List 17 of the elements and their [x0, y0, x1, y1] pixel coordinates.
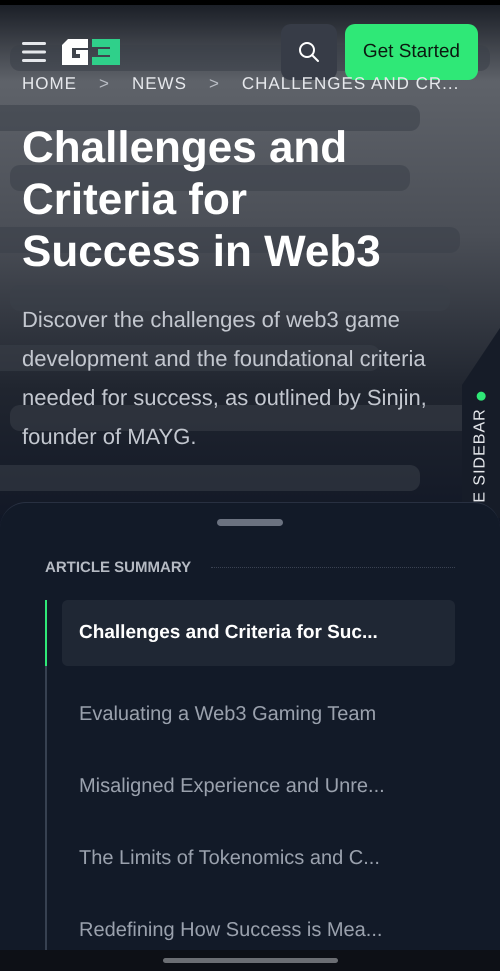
search-icon: [298, 41, 320, 63]
summary-item[interactable]: The Limits of Tokenomics and C...: [62, 828, 455, 888]
summary-heading: ARTICLE SUMMARY: [45, 559, 192, 576]
summary-item[interactable]: Evaluating a Web3 Gaming Team: [62, 684, 455, 744]
breadcrumb-separator: >: [208, 74, 220, 94]
breadcrumb-link[interactable]: HOME: [22, 74, 77, 94]
active-indicator: [45, 600, 47, 666]
summary-item[interactable]: Misaligned Experience and Unre...: [62, 756, 455, 816]
menu-icon[interactable]: [22, 40, 46, 64]
article-description: Discover the challenges of web3 game development and the foundational criteria needed for success, as outlined by Sinjin, founder of MAYG.: [22, 306, 428, 451]
drag-handle[interactable]: [217, 519, 283, 526]
summary-item[interactable]: Challenges and Criteria for Suc...: [62, 600, 455, 666]
summary-item[interactable]: Redefining How Success is Mea...: [62, 900, 455, 950]
breadcrumb-separator: >: [99, 74, 110, 94]
breadcrumb-link[interactable]: NEWS: [132, 74, 187, 94]
article-title: Challenges and Criteria for Success in Web3: [22, 122, 382, 278]
logo-icon[interactable]: [62, 39, 120, 65]
